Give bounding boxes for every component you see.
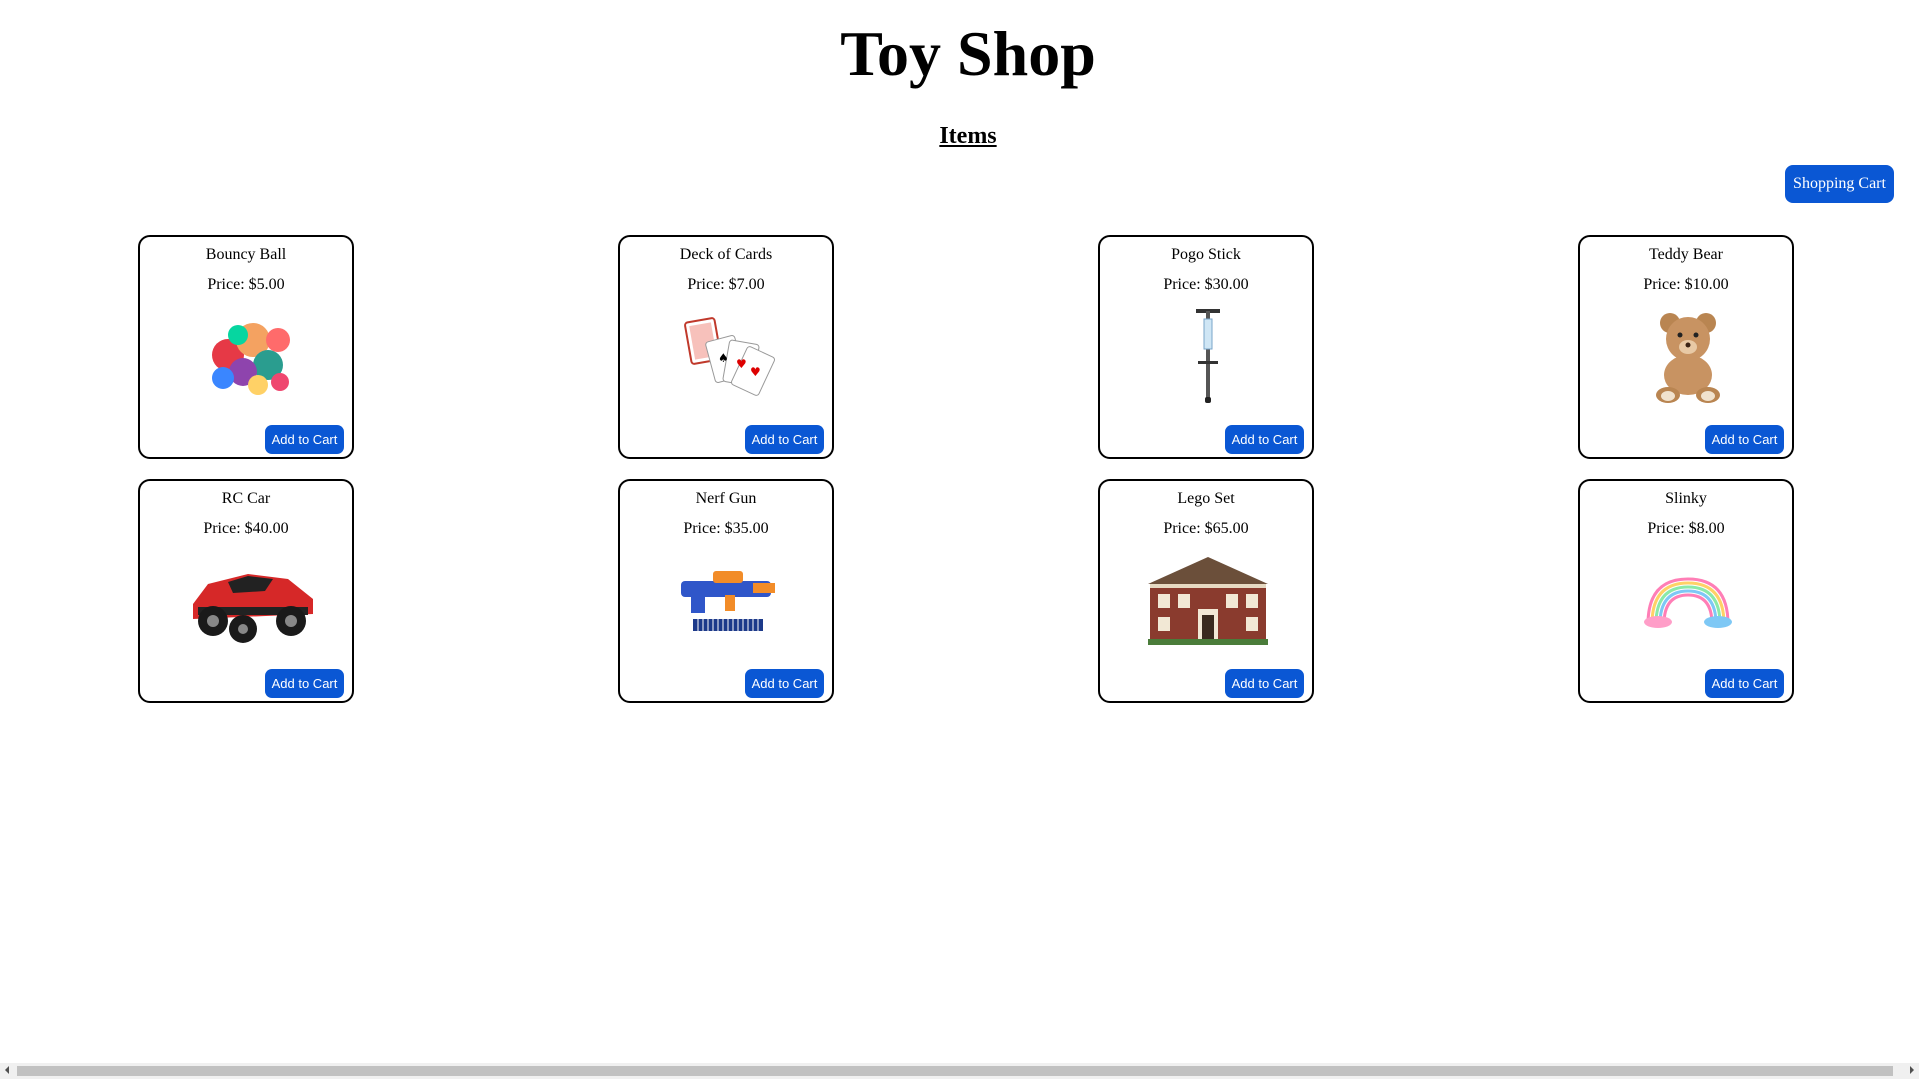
- product-price: Price: $65.00: [1100, 519, 1312, 539]
- svg-text:♠: ♠: [718, 351, 729, 365]
- product-price: Price: $7.00: [620, 275, 832, 295]
- shopping-cart-button[interactable]: Shopping Cart: [1785, 165, 1894, 203]
- product-name: Deck of Cards: [679, 246, 773, 263]
- product-name: Bouncy Ball: [205, 246, 287, 263]
- scrollbar-thumb[interactable]: [17, 1066, 1893, 1076]
- product-name: Lego Set: [1177, 490, 1235, 507]
- page: Toy Shop Items Shopping Cart Bouncy Ball…: [0, 0, 1919, 1079]
- lego-set-image: [1128, 549, 1288, 649]
- product-price: Price: $40.00: [140, 519, 352, 539]
- product-card: Lego Set Price: $65.00 Add to Cart: [1098, 479, 1314, 703]
- page-title: Toy Shop: [840, 18, 1096, 89]
- product-card: Nerf Gun Price: $35.00 Add to Cart: [618, 479, 834, 703]
- product-name: Teddy Bear: [1649, 246, 1723, 263]
- price-label: Price:: [207, 276, 249, 293]
- rc-car-image: [168, 549, 328, 649]
- price-value: $10.00: [1684, 276, 1729, 293]
- svg-text:♥: ♥: [736, 357, 747, 371]
- slinky-image: [1608, 549, 1768, 649]
- price-label: Price:: [203, 520, 245, 537]
- price-value: $40.00: [244, 520, 289, 537]
- pogo-stick-image: [1128, 305, 1288, 405]
- product-name: Slinky: [1665, 490, 1707, 507]
- add-to-cart-button[interactable]: Add to Cart: [745, 425, 824, 454]
- product-price: Price: $8.00: [1580, 519, 1792, 539]
- product-card: Deck of Cards Price: $7.00 ♠ ♥ ♥ Add to …: [618, 235, 834, 459]
- product-price: Price: $35.00: [620, 519, 832, 539]
- price-label: Price:: [1163, 276, 1205, 293]
- items-heading: Items: [939, 123, 997, 149]
- price-label: Price:: [683, 520, 725, 537]
- add-to-cart-button[interactable]: Add to Cart: [1225, 425, 1304, 454]
- horizontal-scrollbar[interactable]: [0, 1063, 1919, 1079]
- product-price: Price: $10.00: [1580, 275, 1792, 295]
- product-card: Teddy Bear Price: $10.00 Add to Cart: [1578, 235, 1794, 459]
- product-card: RC Car Price: $40.00 Add to Cart: [138, 479, 354, 703]
- product-name: Pogo Stick: [1171, 246, 1241, 263]
- product-card: Pogo Stick Price: $30.00 Add to Cart: [1098, 235, 1314, 459]
- add-to-cart-button[interactable]: Add to Cart: [265, 425, 344, 454]
- playing-cards-image: ♠ ♥ ♥: [648, 305, 808, 405]
- price-label: Price:: [687, 276, 729, 293]
- price-label: Price:: [1647, 520, 1689, 537]
- price-value: $7.00: [728, 276, 765, 293]
- product-card: Bouncy Ball Price: $5.00 Add to Cart: [138, 235, 354, 459]
- add-to-cart-button[interactable]: Add to Cart: [1705, 669, 1784, 698]
- add-to-cart-button[interactable]: Add to Cart: [1225, 669, 1304, 698]
- teddy-bear-image: [1608, 305, 1768, 405]
- product-card: Slinky Price: $8.00 Add to Cart: [1578, 479, 1794, 703]
- price-label: Price:: [1163, 520, 1205, 537]
- product-name: Nerf Gun: [695, 490, 757, 507]
- scroll-left-arrow-icon[interactable]: [5, 1066, 9, 1074]
- price-value: $8.00: [1688, 520, 1725, 537]
- price-value: $65.00: [1204, 520, 1249, 537]
- product-price: Price: $5.00: [140, 275, 352, 295]
- add-to-cart-button[interactable]: Add to Cart: [745, 669, 824, 698]
- svg-text:♥: ♥: [750, 365, 761, 379]
- price-value: $5.00: [248, 276, 285, 293]
- price-value: $35.00: [724, 520, 769, 537]
- price-label: Price:: [1643, 276, 1685, 293]
- product-price: Price: $30.00: [1100, 275, 1312, 295]
- product-name: RC Car: [221, 490, 271, 507]
- add-to-cart-button[interactable]: Add to Cart: [1705, 425, 1784, 454]
- price-value: $30.00: [1204, 276, 1249, 293]
- add-to-cart-button[interactable]: Add to Cart: [265, 669, 344, 698]
- bouncy-balls-image: [168, 305, 328, 405]
- scroll-right-arrow-icon[interactable]: [1910, 1066, 1914, 1074]
- nerf-gun-image: [648, 549, 808, 649]
